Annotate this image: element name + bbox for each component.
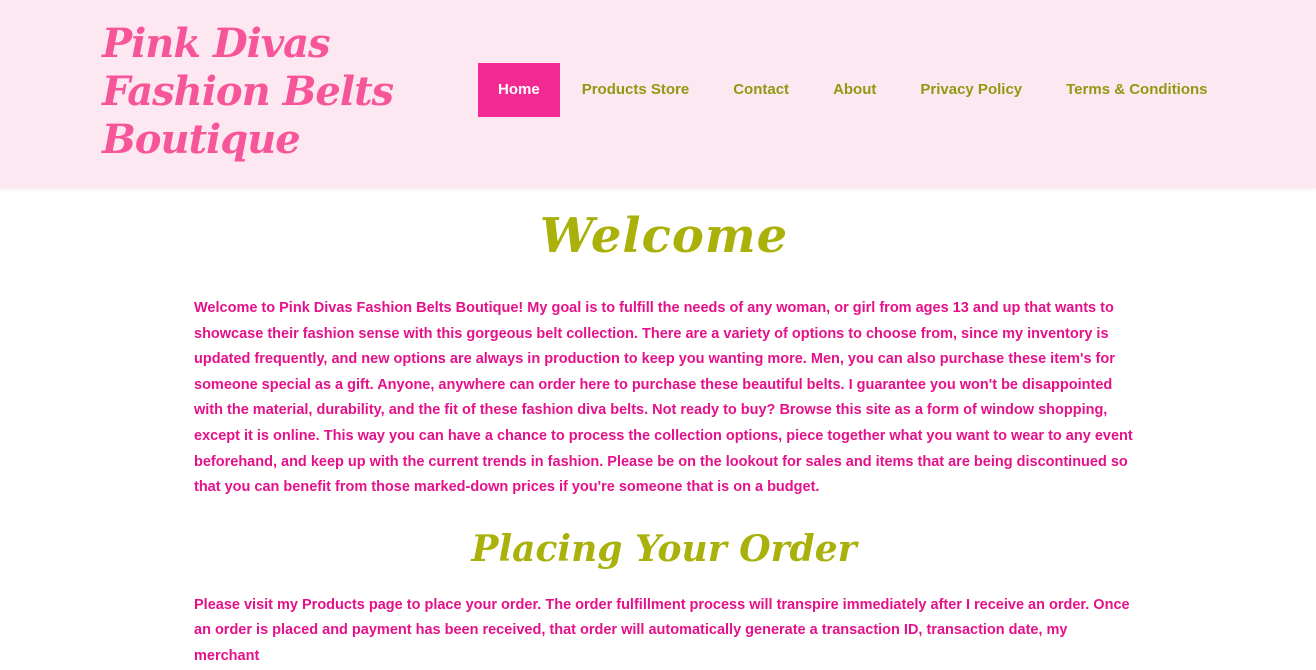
site-logo[interactable]: Pink Divas Fashion Belts Boutique [102, 20, 402, 164]
nav-about[interactable]: About [811, 63, 898, 117]
nav-home[interactable]: Home [478, 63, 560, 117]
site-header: Pink Divas Fashion Belts Boutique Home P… [0, 0, 1316, 188]
nav-products-store[interactable]: Products Store [560, 63, 712, 117]
placing-order-heading: Placing Your Order [471, 527, 857, 570]
main-nav: Home Products Store Contact About Privac… [478, 63, 1230, 117]
main-content: Welcome Welcome to Pink Divas Fashion Be… [194, 188, 1134, 670]
nav-terms-conditions[interactable]: Terms & Conditions [1044, 63, 1229, 117]
welcome-paragraph: Welcome to Pink Divas Fashion Belts Bout… [194, 300, 1133, 496]
nav-privacy-policy[interactable]: Privacy Policy [898, 63, 1044, 117]
placing-order-paragraph: Please visit my Products page to place y… [194, 596, 1130, 664]
nav-contact[interactable]: Contact [711, 63, 811, 117]
welcome-heading: Welcome [539, 208, 789, 264]
